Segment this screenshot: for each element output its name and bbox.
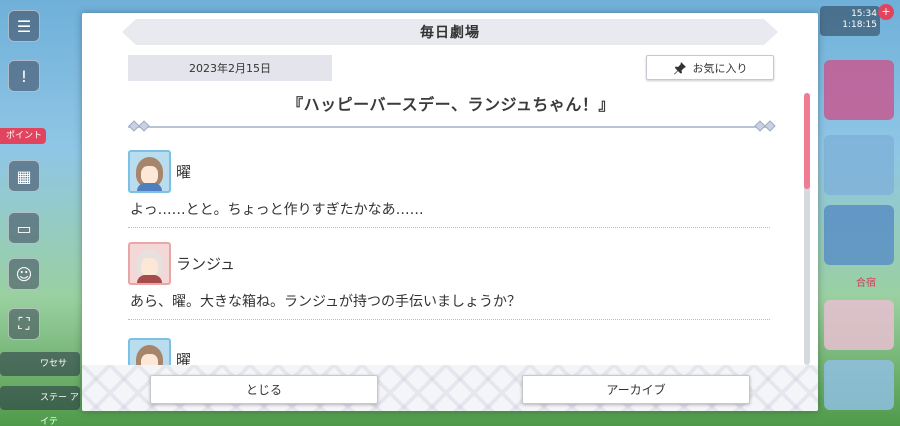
speaker-row: ランジュ [128,241,770,285]
you-avatar [128,337,171,365]
camp-label[interactable]: 合宿 [856,274,876,289]
daily-theater-modal: 毎日劇場 2023年2月15日 お気に入り 『ハッピーバースデー、ランジュちゃん… [82,13,818,411]
archive-button[interactable]: アーカイブ [522,375,750,404]
pin-icon [673,61,686,74]
right-tile-4[interactable] [824,300,894,350]
fullscreen-icon[interactable]: ⛶ [8,308,40,340]
stage-item-label[interactable]: ステー アイテ [0,386,80,426]
right-tile-1[interactable] [824,60,894,120]
left-sidebar: ☰ ! ポイント ▦ ▭ ☺ ⛶ ワセサ ステー アイテ [0,0,82,426]
modal-footer: とじる アーカイブ [82,365,818,411]
group-icon[interactable]: ☺ [8,258,40,290]
speaker-row: 曜 [128,337,770,365]
right-sidebar: 15:34 1:18:15 + 合宿 [818,0,900,426]
dialogue-text: よっ……とと。ちょっと作りすぎたかなあ…… [130,202,424,218]
dialogue-scroll-area[interactable]: 曜 よっ……とと。ちょっと作りすぎたかなあ…… ランジュ あら、曜。大きな箱ね。… [128,143,774,365]
speaker-name: 曜 [176,350,192,366]
chat-icon[interactable]: ! [8,60,40,92]
screen-icon[interactable]: ▭ [8,212,40,244]
menu-icon[interactable]: ☰ [8,10,40,42]
status-line-1: 15:34 [851,9,877,19]
status-line-2: 1:18:15 [842,20,877,30]
entry-separator [128,227,770,228]
dialogue-entry: 曜 [128,337,770,365]
point-label: ポイント [0,128,46,144]
favorite-label: お気に入り [692,61,748,75]
speaker-name: ランジュ [176,254,235,273]
dialogue-entry: ランジュ あら、曜。大きな箱ね。ランジュが持つの手伝いましょうか？ [128,241,770,320]
gift-icon[interactable]: ▦ [8,160,40,192]
divider-diamond-left-2 [138,120,150,132]
modal-title: 毎日劇場 [420,25,480,41]
status-box: 15:34 1:18:15 [820,6,880,36]
speaker-name: 曜 [176,162,192,181]
divider-diamond-right-2 [764,120,776,132]
title-divider [128,126,774,128]
right-tile-5[interactable] [824,360,894,410]
dialogue-text: あら、曜。大きな箱ね。ランジュが持つの手伝いましょうか？ [130,294,522,310]
accessory-label[interactable]: ワセサ [0,352,80,376]
date-box: 2023年2月15日 [128,55,332,81]
scrollbar-thumb[interactable] [804,93,810,189]
ranju-avatar [128,241,171,285]
favorite-button[interactable]: お気に入り [646,55,774,80]
dialogue-entry: 曜 よっ……とと。ちょっと作りすぎたかなあ…… [128,149,770,228]
entry-separator [128,319,770,320]
episode-title: 『ハッピーバースデー、ランジュちゃん！』 [287,95,615,114]
speaker-row: 曜 [128,149,770,193]
title-banner: 毎日劇場 [122,19,778,45]
date-text: 2023年2月15日 [189,62,271,75]
notification-badge[interactable]: + [878,4,894,20]
right-tile-2[interactable] [824,135,894,195]
close-button[interactable]: とじる [150,375,378,404]
right-tile-3[interactable] [824,205,894,265]
you-avatar [128,149,171,193]
